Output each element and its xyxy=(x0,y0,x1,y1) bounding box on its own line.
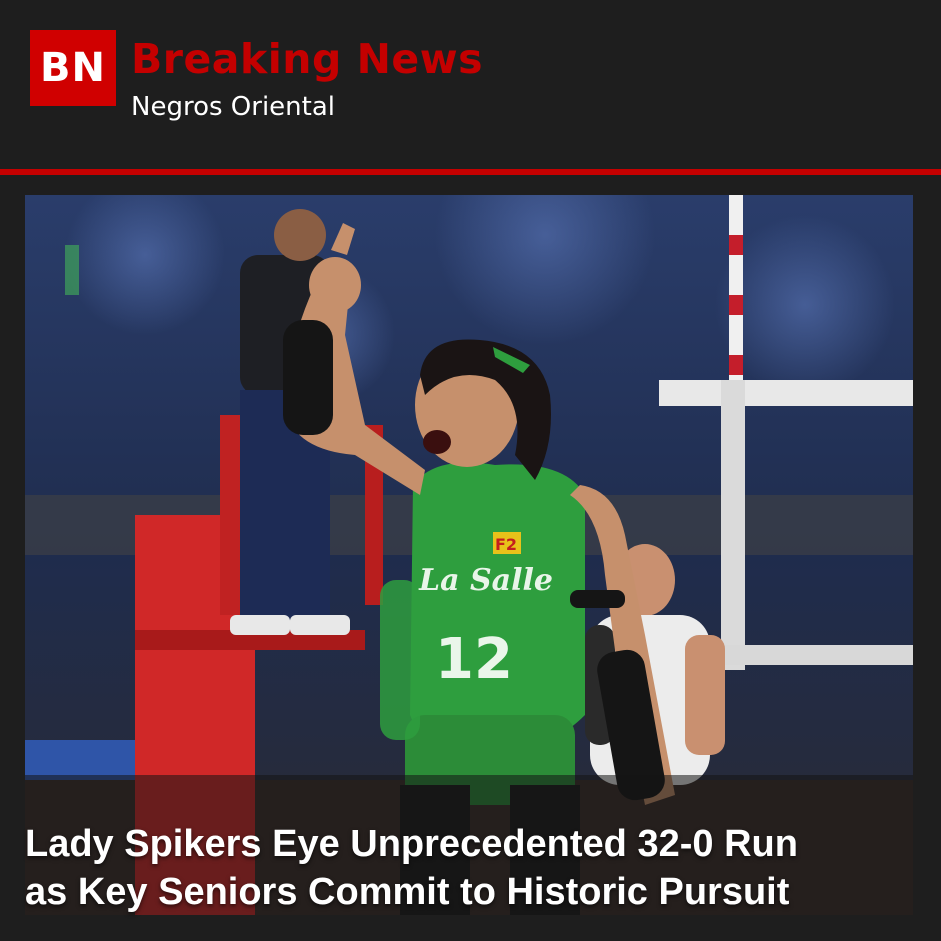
site-header: BN Breaking News Negros Oriental xyxy=(0,0,941,170)
article-headline[interactable]: Lady Spikers Eye Unprecedented 32-0 Run … xyxy=(0,820,900,916)
headline-line-1: Lady Spikers Eye Unprecedented 32-0 Run xyxy=(25,823,798,865)
jersey-number-text: 12 xyxy=(435,627,513,692)
sponsor-badge-text: F2 xyxy=(495,535,517,554)
brand-subtitle: Negros Oriental xyxy=(131,92,335,122)
brand-logo[interactable]: BN xyxy=(30,30,116,106)
jersey-team-text: La Salle xyxy=(418,563,553,598)
headline-line-2: as Key Seniors Commit to Historic Pursui… xyxy=(25,871,790,913)
brand-title[interactable]: Breaking News xyxy=(131,34,483,84)
header-divider xyxy=(0,169,941,175)
article-hero-image[interactable]: La Salle 12 F2 xyxy=(25,195,913,915)
